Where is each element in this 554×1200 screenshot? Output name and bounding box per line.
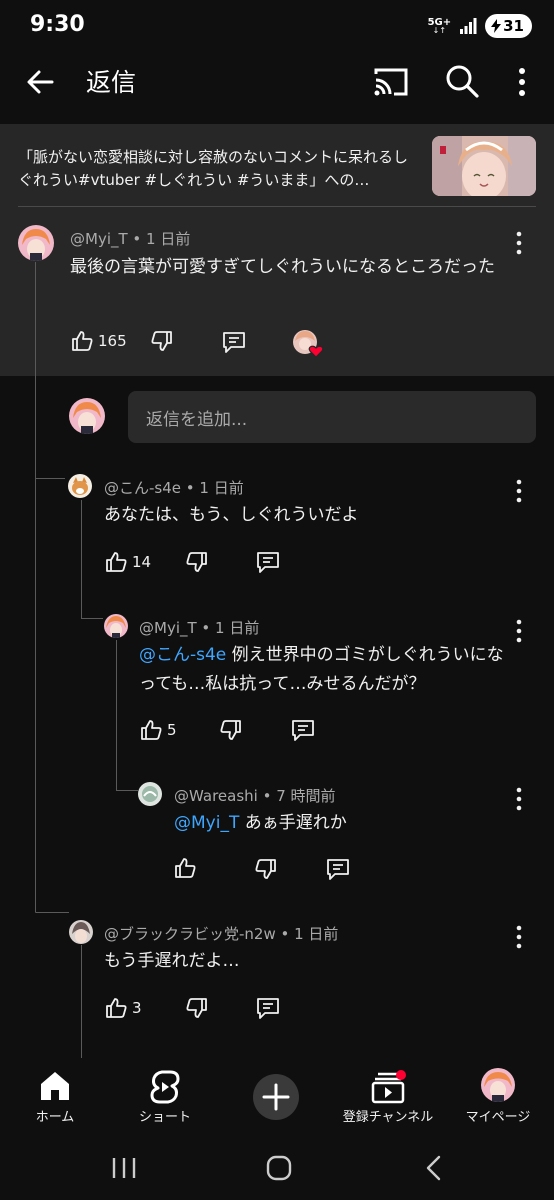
comment-text: もう手遅れだよ… [104, 951, 240, 971]
comment-meta: @Wareashi • 7 時間前 [174, 787, 336, 805]
app-bar: 返信 [0, 50, 554, 112]
avatar[interactable] [18, 225, 54, 261]
shorts-icon [150, 1070, 180, 1104]
avatar[interactable] [69, 920, 93, 944]
status-icons: 5G+ ↓↑ 31 [428, 14, 532, 38]
like-button[interactable]: 165 [70, 326, 127, 356]
creator-heart [292, 329, 326, 359]
thumbs-up-icon [106, 552, 127, 572]
reply-comment-icon[interactable] [325, 857, 351, 881]
nav-you-label: マイページ [465, 1110, 531, 1125]
comment-author[interactable]: @Myi_T [70, 230, 128, 248]
thumbs-up-icon [106, 998, 127, 1018]
nav-home-label: ホーム [35, 1110, 75, 1125]
more-vert-icon[interactable] [508, 64, 536, 100]
search-icon[interactable] [443, 62, 481, 100]
signal-icon [460, 18, 477, 34]
divider [18, 206, 536, 207]
page-title: 返信 [86, 68, 137, 97]
thumbs-up-icon[interactable] [173, 856, 197, 880]
like-count: 165 [98, 332, 127, 350]
reply-comment-icon[interactable] [255, 550, 281, 574]
nav-shorts-label: ショート [138, 1110, 191, 1125]
like-count: 3 [132, 999, 142, 1017]
nav-you[interactable]: マイページ [443, 1058, 553, 1134]
subscriptions-icon [371, 1070, 406, 1104]
comment-author[interactable]: @Myi_T [139, 619, 197, 637]
charging-icon [491, 19, 502, 33]
reply-comment-icon[interactable] [221, 330, 247, 354]
mention-link[interactable]: @Myi_T [174, 813, 239, 833]
thumbs-down-icon[interactable] [185, 550, 209, 574]
thread-line [116, 790, 138, 791]
like-button[interactable]: 5 [139, 715, 177, 745]
comment-meta: @こん-s4e • 1 日前 [104, 479, 244, 497]
comment-meta: @Myi_T • 1 日前 [139, 619, 260, 637]
mention-link[interactable]: @こん-s4e [139, 645, 226, 665]
add-reply-input[interactable]: 返信を追加... [128, 391, 536, 443]
nav-shorts[interactable]: ショート [110, 1058, 220, 1134]
comment-text: あなたは、もう、しぐれういだよ [104, 505, 359, 525]
parent-comment: @Myi_T • 1 日前 最後の言葉が可愛すぎてしぐれういになるところだった … [0, 208, 554, 376]
back-arrow-icon[interactable] [22, 64, 58, 100]
avatar[interactable] [68, 474, 92, 498]
thumbs-down-icon[interactable] [219, 718, 243, 742]
recent-apps-icon[interactable] [109, 1155, 139, 1181]
plus-icon [262, 1083, 290, 1111]
avatar [69, 398, 105, 434]
comment-text: @Myi_T あぁ手遅れか [174, 813, 347, 833]
thumbs-down-icon[interactable] [254, 857, 278, 881]
battery-indicator: 31 [485, 14, 532, 38]
thread-line [35, 478, 65, 479]
thread-line [81, 500, 82, 618]
comment-author[interactable]: @ブラックラビッ党-n2w [104, 925, 276, 943]
video-title: 「脈がない恋愛相談に対し容赦のないコメントに呆れるしぐれうい#vtuber #し… [18, 148, 409, 189]
like-button[interactable]: 14 [104, 547, 151, 577]
status-bar: 9:30 5G+ ↓↑ 31 [0, 0, 554, 50]
thumbs-up-icon [72, 331, 93, 351]
comment-time: 1 日前 [294, 925, 339, 943]
status-time: 9:30 [30, 12, 85, 37]
video-reference[interactable]: 「脈がない恋愛相談に対し容赦のないコメントに呆れるしぐれうい#vtuber #し… [0, 124, 554, 208]
nav-home[interactable]: ホーム [0, 1058, 110, 1134]
comment-author[interactable]: @Wareashi [174, 787, 258, 805]
thread-line [35, 262, 36, 912]
avatar[interactable] [104, 614, 128, 638]
reply-comment-icon[interactable] [290, 718, 316, 742]
home-icon [41, 1072, 69, 1100]
add-reply-placeholder: 返信を追加... [146, 410, 248, 430]
comment-time: 7 時間前 [276, 787, 336, 805]
avatar [481, 1068, 515, 1102]
like-button[interactable]: 3 [104, 993, 142, 1023]
thumbs-down-icon[interactable] [185, 996, 209, 1020]
thumbs-down-icon[interactable] [150, 329, 174, 353]
nav-subscriptions-label: 登録チャンネル [342, 1110, 434, 1125]
comment-meta: @ブラックラビッ党-n2w • 1 日前 [104, 925, 339, 943]
thumbs-up-icon [141, 720, 162, 740]
comment-text: 最後の言葉が可愛すぎてしぐれういになるところだった [70, 257, 495, 277]
thread-line [81, 945, 82, 1058]
cast-icon[interactable] [372, 64, 410, 100]
comment-time: 1 日前 [199, 479, 244, 497]
nav-subscriptions[interactable]: 登録チャンネル [333, 1058, 443, 1134]
comment-meta: @Myi_T • 1 日前 [70, 230, 191, 248]
comment-text: @こん-s4e 例え世界中のゴミがしぐれういになっても…私は抗って…みせるんだが… [139, 645, 504, 694]
network-indicator: 5G+ ↓↑ [427, 16, 452, 35]
like-count: 14 [132, 553, 152, 571]
home-button-icon[interactable] [265, 1154, 293, 1182]
thread-line [116, 640, 117, 790]
back-nav-icon[interactable] [423, 1154, 445, 1182]
thread-line [81, 618, 103, 619]
video-thumbnail [432, 136, 536, 196]
system-nav-bar [0, 1134, 554, 1200]
create-button[interactable] [253, 1074, 299, 1120]
reply-comment-icon[interactable] [255, 996, 281, 1020]
thread-line [35, 912, 69, 913]
bottom-nav: ホーム ショート 登録チャンネル マイページ [0, 1058, 554, 1134]
comment-time: 1 日前 [215, 619, 260, 637]
avatar[interactable] [138, 782, 162, 806]
like-count: 5 [167, 721, 177, 739]
comment-time: 1 日前 [146, 230, 191, 248]
comment-author[interactable]: @こん-s4e [104, 479, 181, 497]
